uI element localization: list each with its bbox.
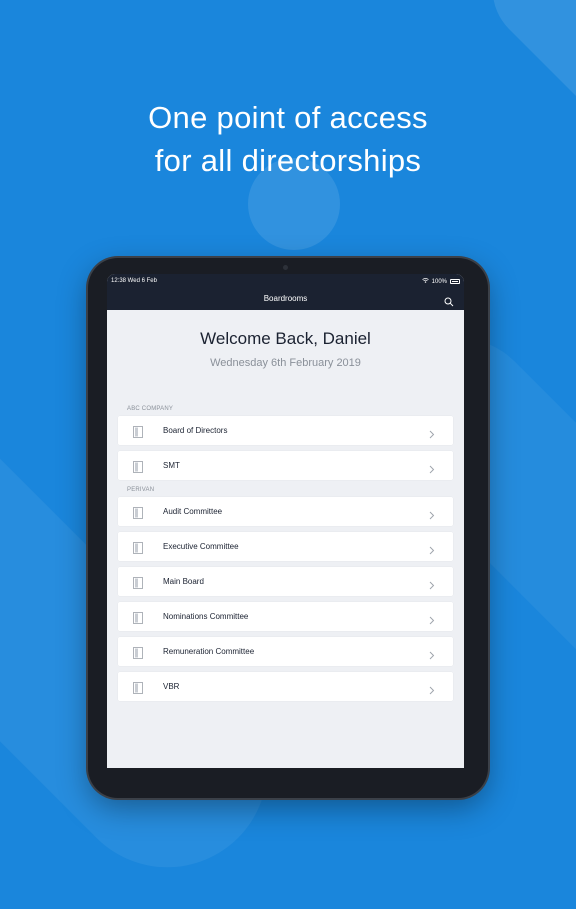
navigation-bar: Boardrooms <box>107 288 464 310</box>
status-time: 12:38 Wed 6 Feb <box>111 278 157 284</box>
status-bar: 12:38 Wed 6 Feb 100% <box>107 274 464 288</box>
boardroom-row-smt[interactable]: SMT <box>118 451 453 480</box>
chevron-right-icon <box>429 647 435 660</box>
boardroom-row-main-board[interactable]: Main Board <box>118 567 453 596</box>
marketing-headline: One point of access for all directorship… <box>0 96 576 182</box>
chevron-right-icon <box>429 577 435 590</box>
battery-icon <box>450 279 460 284</box>
boardroom-label: VBR <box>163 682 180 691</box>
boardroom-label: Executive Committee <box>163 542 239 551</box>
app-screen: 12:38 Wed 6 Feb 100% Boardrooms Welcome … <box>107 274 464 768</box>
chevron-right-icon <box>429 682 435 695</box>
door-icon <box>133 460 143 473</box>
welcome-date: Wednesday 6th February 2019 <box>210 357 361 369</box>
boardroom-label: Board of Directors <box>163 426 228 435</box>
boardroom-row-remuneration-committee[interactable]: Remuneration Committee <box>118 637 453 666</box>
headline-line-1: One point of access <box>148 100 428 135</box>
nav-title: Boardrooms <box>263 294 308 303</box>
chevron-right-icon <box>429 426 435 439</box>
boardroom-label: Remuneration Committee <box>163 647 255 656</box>
chevron-right-icon <box>429 542 435 555</box>
section-header-abc-company: ABC COMPANY <box>127 406 174 412</box>
abc-company-list: Board of Directors SMT <box>118 416 453 480</box>
boardroom-row-nominations-committee[interactable]: Nominations Committee <box>118 602 453 631</box>
battery-percentage: 100% <box>431 278 447 285</box>
search-icon[interactable] <box>444 294 454 307</box>
door-icon <box>133 506 143 519</box>
headline-line-2: for all directorships <box>154 143 422 178</box>
section-header-perivan: PERIVAN <box>127 487 155 493</box>
boardroom-row-board-of-directors[interactable]: Board of Directors <box>118 416 453 445</box>
door-icon <box>133 425 143 438</box>
chevron-right-icon <box>429 612 435 625</box>
door-icon <box>133 541 143 554</box>
door-icon <box>133 646 143 659</box>
chevron-right-icon <box>429 507 435 520</box>
boardroom-label: SMT <box>163 461 180 470</box>
boardroom-label: Nominations Committee <box>163 612 249 621</box>
boardroom-row-executive-committee[interactable]: Executive Committee <box>118 532 453 561</box>
door-icon <box>133 576 143 589</box>
boardroom-row-audit-committee[interactable]: Audit Committee <box>118 497 453 526</box>
boardroom-label: Audit Committee <box>163 507 223 516</box>
status-right: 100% <box>421 278 460 285</box>
door-icon <box>133 611 143 624</box>
chevron-right-icon <box>429 461 435 474</box>
boardroom-row-vbr[interactable]: VBR <box>118 672 453 701</box>
door-icon <box>133 681 143 694</box>
camera-icon <box>283 265 288 270</box>
boardroom-label: Main Board <box>163 577 204 586</box>
wifi-icon <box>421 278 429 285</box>
welcome-title: Welcome Back, Daniel <box>200 329 371 348</box>
boardrooms-content: Welcome Back, Daniel Wednesday 6th Febru… <box>107 310 464 701</box>
perivan-list: Audit Committee Executive Committee Main… <box>118 497 453 701</box>
